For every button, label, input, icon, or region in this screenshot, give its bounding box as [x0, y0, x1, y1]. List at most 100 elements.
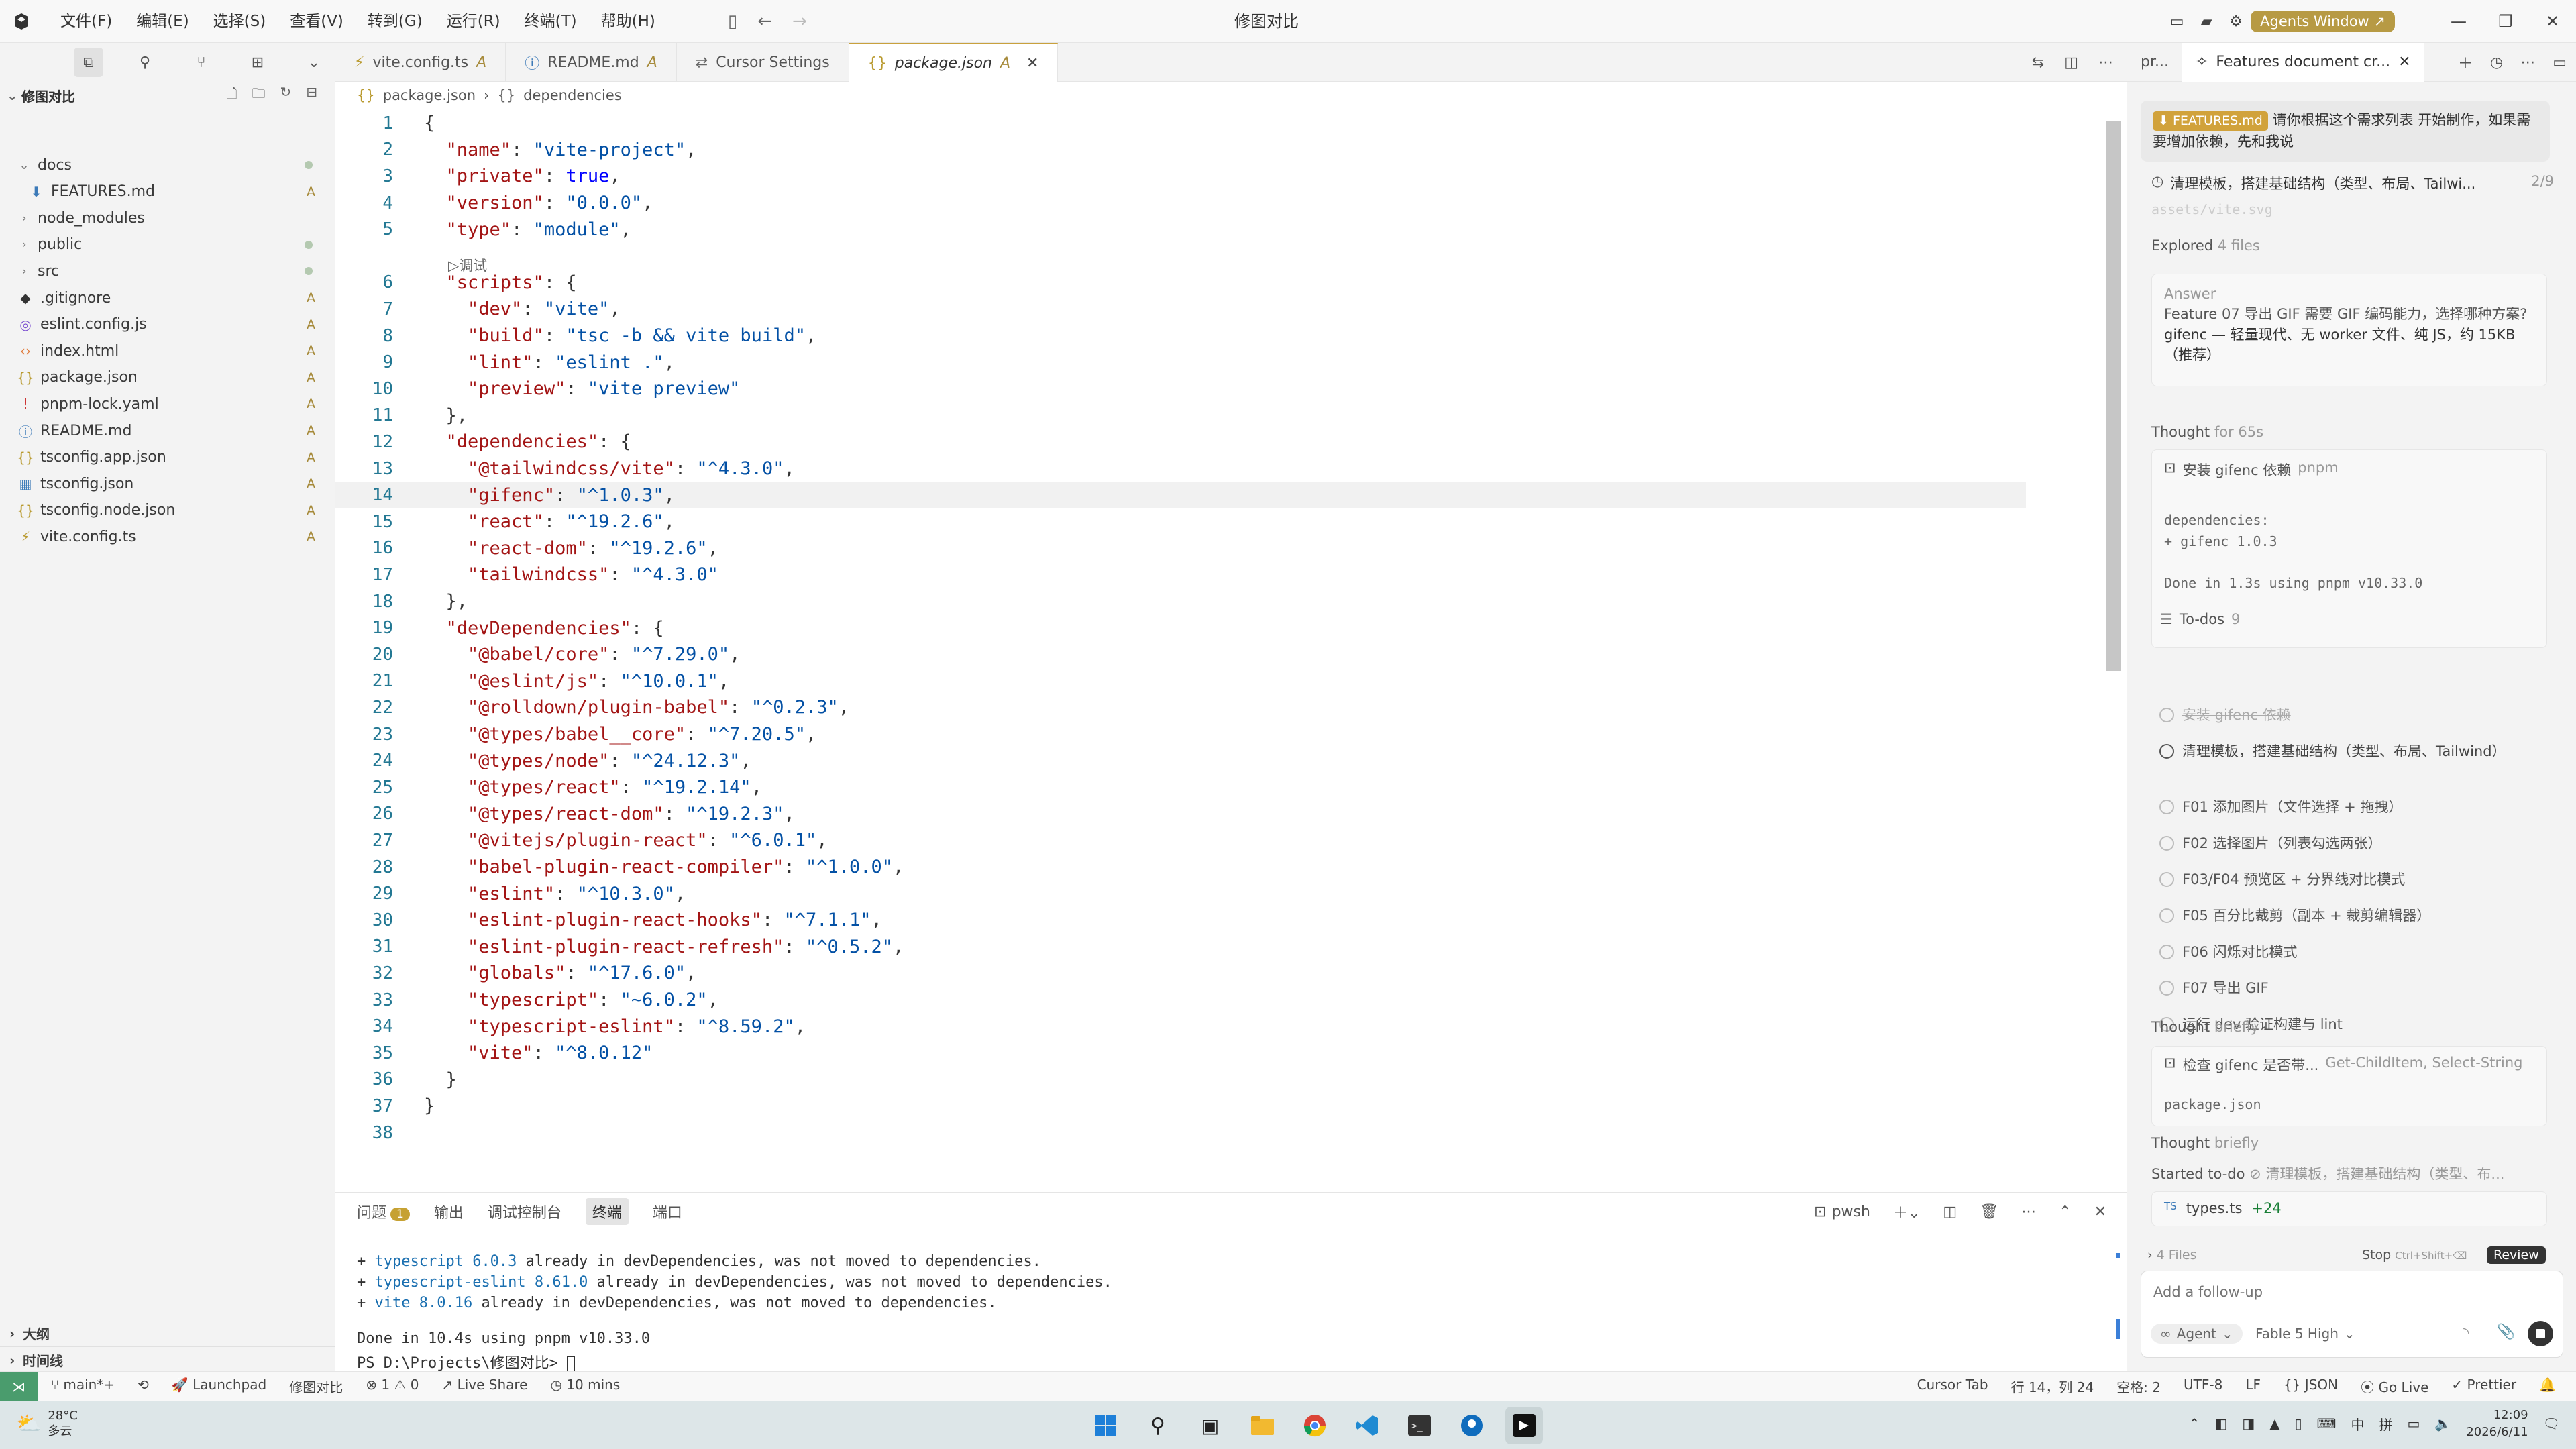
code-line[interactable]: 25 "@types/react": "^19.2.14", [335, 774, 2026, 801]
encoding[interactable]: UTF-8 [2184, 1377, 2222, 1396]
forward-arrow-icon[interactable]: → [792, 11, 807, 32]
tab-debug-console[interactable]: 调试控制台 [488, 1201, 561, 1222]
ime-layout[interactable]: 拼 [2379, 1414, 2393, 1434]
code-line[interactable]: 27 "@vitejs/plugin-react": "^6.0.1", [335, 827, 2026, 854]
menu-edit[interactable]: 编辑(E) [124, 0, 201, 43]
stop-generation-button[interactable] [2528, 1321, 2553, 1346]
code-line[interactable]: 3 "private": true, [335, 163, 2026, 190]
go-live-item[interactable]: ⦿ Go Live [2361, 1377, 2428, 1396]
tree-item[interactable]: ▦ tsconfig.json A [0, 470, 335, 497]
ime-mode[interactable]: 中 [2351, 1414, 2365, 1434]
tree-item[interactable]: › src [0, 258, 335, 284]
code-line[interactable]: 13 "@tailwindcss/vite": "^4.3.0", [335, 455, 2026, 482]
breadcrumb-symbol[interactable]: dependencies [523, 87, 622, 103]
code-editor[interactable]: 1{2 "name": "vite-project", 3 "private": … [335, 109, 2398, 1192]
thought-row[interactable]: Thought for 65s [2151, 424, 2263, 440]
cursor-tab-item[interactable]: Cursor Tab [1917, 1377, 1988, 1396]
notification-icon[interactable]: 🗨 [2543, 1415, 2560, 1432]
network-icon[interactable]: ▭ [2408, 1415, 2420, 1432]
more-icon[interactable]: ⋯ [2520, 54, 2535, 71]
tab-output[interactable]: 输出 [434, 1201, 464, 1222]
mode-selector[interactable]: ∞ Agent ⌄ [2151, 1324, 2243, 1344]
trash-icon[interactable]: 🗑 [1980, 1203, 1998, 1220]
tree-item[interactable]: ⬇ FEATURES.md A [0, 178, 335, 205]
maps-icon[interactable] [1453, 1407, 1491, 1444]
code-line[interactable]: 38 [335, 1120, 2026, 1146]
codelens-debug[interactable]: ▷调试 [448, 255, 487, 275]
editor-scrollbar[interactable] [2106, 121, 2121, 671]
tree-item[interactable]: {} tsconfig.app.json A [0, 444, 335, 471]
code-line[interactable]: 10 "preview": "vite preview" [335, 376, 2026, 402]
explorer-header[interactable]: ⌄ 修图对比 🗋 🗀 ↻ ⊟ [0, 82, 335, 109]
minimize-icon[interactable]: — [2435, 12, 2482, 31]
outline-section[interactable]: › 大纲 [0, 1320, 335, 1346]
project-name[interactable]: 修图对比 [289, 1377, 343, 1396]
progress-row[interactable]: ◷ 清理模板，搭建基础结构（类型、布局、Tailwi... 2/9 [2151, 173, 2554, 193]
close-window-icon[interactable]: ✕ [2529, 12, 2576, 31]
keyboard-icon[interactable]: ⌨ [2317, 1415, 2337, 1432]
line-ending[interactable]: LF [2245, 1377, 2261, 1396]
files-icon[interactable]: ⧉ [74, 48, 103, 77]
code-line[interactable]: 37} [335, 1093, 2026, 1120]
code-line[interactable]: 34 "typescript-eslint": "^8.59.2", [335, 1013, 2026, 1040]
code-line[interactable]: 20 "@babel/core": "^7.29.0", [335, 641, 2026, 668]
live-share-item[interactable]: ↗ Live Share [441, 1377, 527, 1396]
tray-app-icon[interactable]: ◧ [2214, 1415, 2227, 1432]
code-line[interactable]: 36 } [335, 1067, 2026, 1093]
back-arrow-icon[interactable]: ← [757, 11, 772, 32]
file-explorer-icon[interactable] [1244, 1407, 1281, 1444]
code-line[interactable]: 19 "devDependencies": { [335, 614, 2026, 641]
menu-terminal[interactable]: 终端(T) [513, 0, 589, 43]
layout-icon[interactable]: ▭ [2162, 13, 2192, 30]
split-editor-icon[interactable]: ◫ [2064, 54, 2078, 71]
new-folder-icon[interactable]: 🗀 [252, 84, 265, 107]
refresh-icon[interactable]: ↻ [280, 84, 291, 107]
attach-icon[interactable]: 📎 [2497, 1324, 2515, 1340]
tree-item[interactable]: › node_modules [0, 205, 335, 231]
tree-item[interactable]: ! pnpm-lock.yaml A [0, 390, 335, 417]
tree-item[interactable]: ◎ eslint.config.js A [0, 311, 335, 338]
tree-item[interactable]: {} package.json A [0, 364, 335, 391]
explored-row[interactable]: Explored 4 files [2151, 237, 2260, 254]
chevron-up-icon[interactable]: ⌃ [2189, 1415, 2200, 1432]
tab-readme[interactable]: ⓘ README.md A [506, 43, 677, 82]
tab-package-json[interactable]: {} package.json A ✕ [849, 43, 1059, 82]
new-chat-icon[interactable]: ＋ [2458, 52, 2473, 73]
thought-row[interactable]: Thought briefly [2151, 1135, 2259, 1151]
code-line[interactable]: 18 }, [335, 588, 2026, 615]
tray-app-icon[interactable]: ◨ [2242, 1415, 2255, 1432]
code-line[interactable]: 26 "@types/react-dom": "^19.2.3", [335, 801, 2026, 828]
code-line[interactable]: 30 "eslint-plugin-react-hooks": "^7.1.1"… [335, 907, 2026, 934]
chat-tab-previous[interactable]: pr... [2127, 43, 2182, 82]
tree-item[interactable]: ◆ .gitignore A [0, 284, 335, 311]
toggle-sidebar-icon[interactable]: ▯ [728, 11, 737, 32]
prettier-item[interactable]: ✓ Prettier [2451, 1377, 2516, 1396]
tree-item[interactable]: {} tsconfig.node.json A [0, 497, 335, 524]
problems-indicator[interactable]: ⊗ 1 ⚠ 0 [366, 1377, 419, 1396]
tool-call-card[interactable]: ⊡ 检查 gifenc 是否带... Get-ChildItem, Select… [2151, 1046, 2547, 1126]
search-icon[interactable]: ⚲ [130, 48, 160, 77]
remote-icon[interactable]: ⋊ [0, 1371, 38, 1401]
task-view-icon[interactable]: ▣ [1191, 1407, 1229, 1444]
tab-ports[interactable]: 端口 [653, 1201, 682, 1222]
cursor-app-icon[interactable] [1505, 1407, 1543, 1444]
todo-item[interactable]: F02 选择图片（列表勾选两张） [2159, 833, 2535, 855]
gear-icon[interactable]: ⚙ [2221, 13, 2251, 30]
tray-app-icon[interactable]: ▲ [2269, 1415, 2279, 1432]
start-icon[interactable] [1087, 1407, 1124, 1444]
model-selector[interactable]: Fable 5 High ⌄ [2255, 1326, 2355, 1342]
file-diff-card[interactable]: TS types.ts +24 [2151, 1191, 2547, 1226]
code-line[interactable]: 8 "build": "tsc -b && vite build", [335, 323, 2026, 350]
code-line[interactable]: 32 "globals": "^17.6.0", [335, 960, 2026, 987]
code-line[interactable]: 2 "name": "vite-project", [335, 137, 2026, 164]
stop-control[interactable]: Stop Ctrl+Shift+⌫ [2362, 1248, 2467, 1263]
search-icon[interactable]: ⚲ [1139, 1407, 1177, 1444]
code-line[interactable]: 24 "@types/node": "^24.12.3", [335, 747, 2026, 774]
todo-item[interactable]: F07 导出 GIF [2159, 978, 2535, 1000]
shell-name[interactable]: pwsh [1832, 1203, 1870, 1220]
menu-file[interactable]: 文件(F) [48, 0, 124, 43]
code-line[interactable]: 9 "lint": "eslint .", [335, 349, 2026, 376]
todo-item[interactable]: F06 闪烁对比模式 [2159, 942, 2535, 963]
more-icon[interactable]: ⋯ [2098, 54, 2113, 71]
tab-terminal[interactable]: 终端 [585, 1198, 629, 1225]
